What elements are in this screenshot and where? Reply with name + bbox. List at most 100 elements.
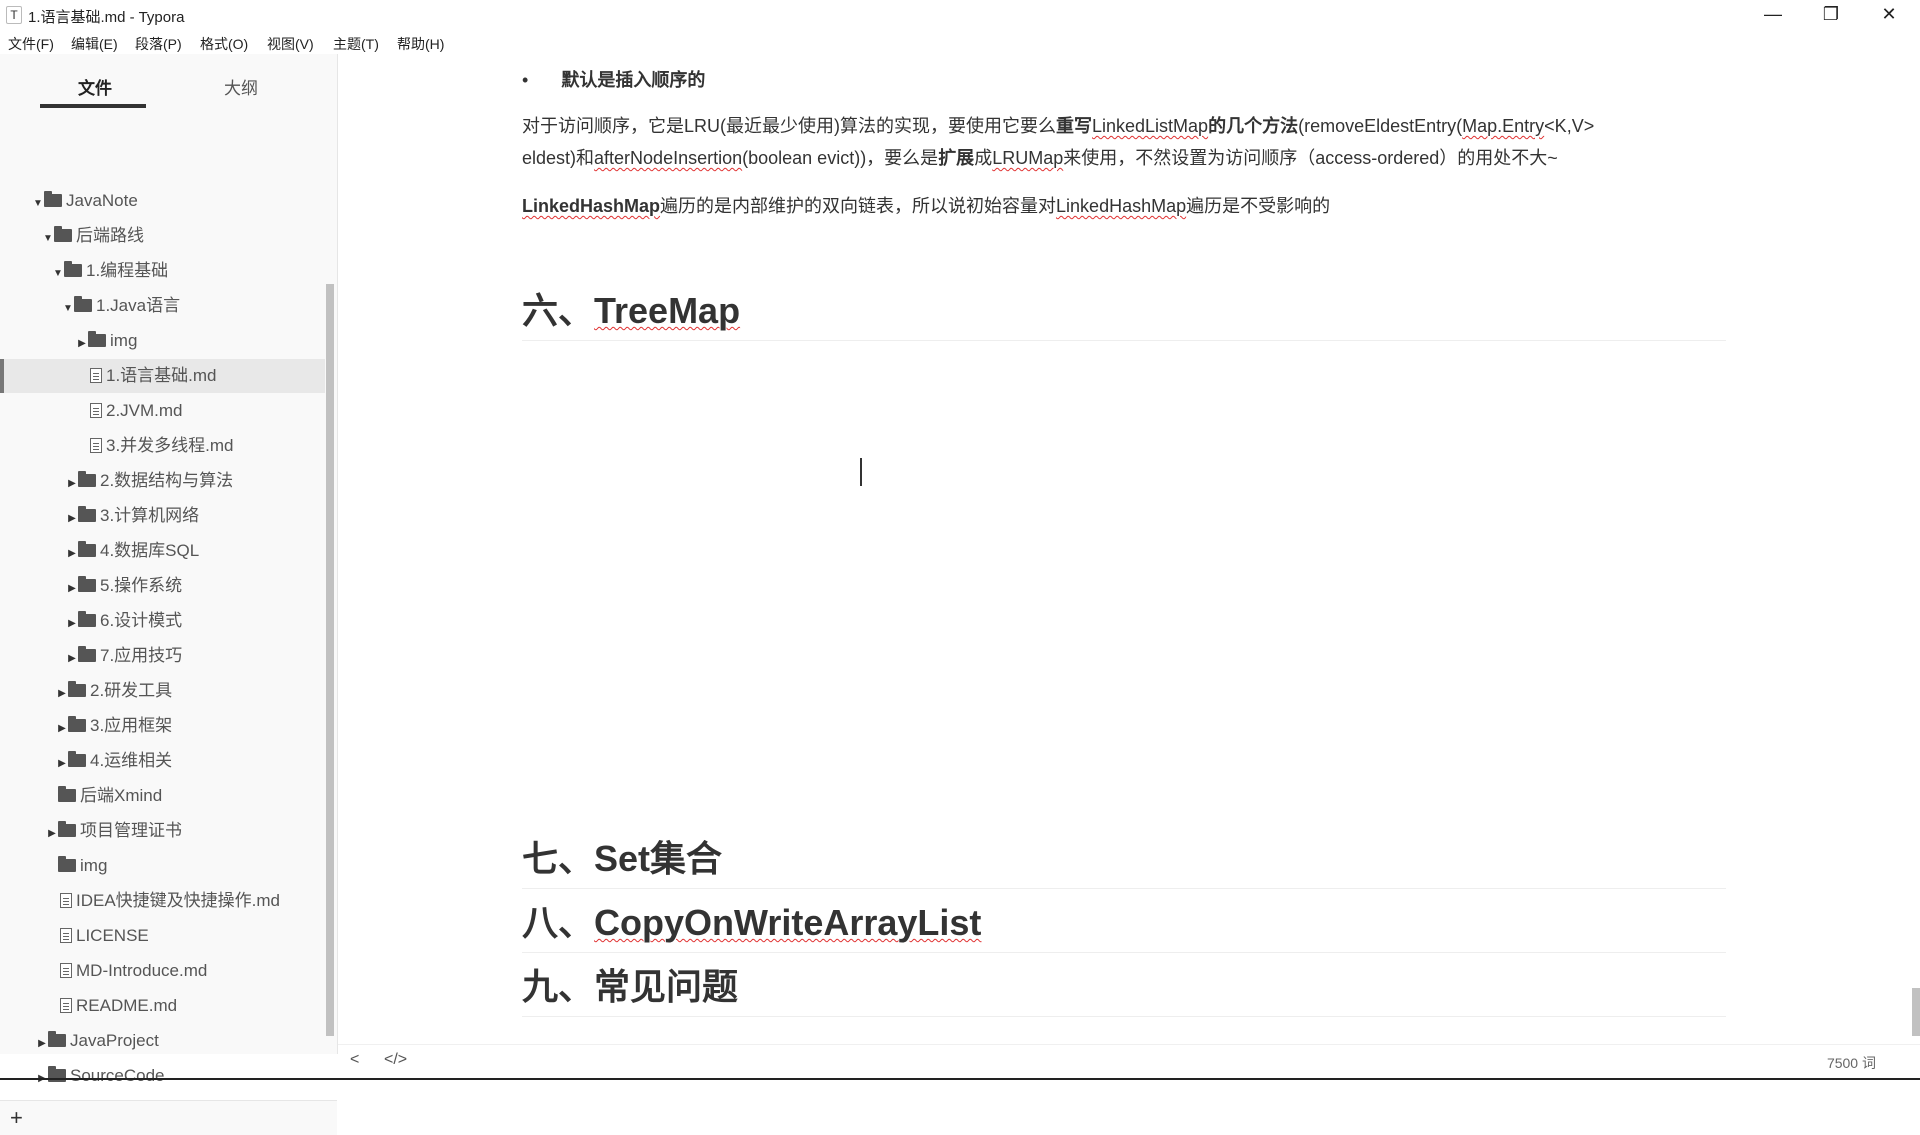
tree-item-label: JavaNote: [66, 191, 138, 210]
restore-button[interactable]: ❐: [1802, 0, 1860, 30]
tree-item-label: img: [80, 856, 108, 875]
bold-text: 扩展: [938, 148, 975, 168]
tree-folder-dev-tools[interactable]: ▶ 2.研发工具: [0, 674, 325, 708]
tree-item-label: 5.操作系统: [100, 576, 183, 595]
tree-item-label: 3.计算机网络: [100, 506, 200, 525]
bold-text: 重写: [1056, 116, 1092, 136]
tree-item-label: 6.设计模式: [100, 611, 183, 630]
tree-folder-ops[interactable]: ▶ 4.运维相关: [0, 744, 325, 778]
tab-files[interactable]: 文件: [40, 74, 150, 99]
tree-folder-img[interactable]: ▶ img: [0, 324, 325, 358]
tree-item-label: img: [110, 331, 138, 350]
spellcheck-word: afterNodeInsertion: [594, 148, 743, 168]
menu-bar: 文件(F) 编辑(E) 段落(P) 格式(O) 视图(V) 主题(T) 帮助(H…: [0, 30, 1920, 54]
tree-folder-programming-basics[interactable]: ▼ 1.编程基础: [0, 254, 325, 288]
sidebar-scrollbar[interactable]: [326, 284, 334, 1036]
tree-file-license[interactable]: LICENSE: [0, 919, 325, 953]
text-run: (boolean evict))，要么是: [742, 148, 939, 168]
text-run: eldest)和: [522, 148, 595, 168]
folder-icon: [78, 541, 96, 557]
text-run: <K,V>: [1544, 116, 1595, 136]
word-count[interactable]: 7500 词: [1827, 1053, 1876, 1073]
tree-folder-frameworks[interactable]: ▶ 3.应用框架: [0, 709, 325, 743]
heading-name: CopyOnWriteArrayList: [594, 902, 982, 943]
sidebar-footer: +: [0, 1100, 337, 1135]
tree-file-language-basics[interactable]: 1.语言基础.md: [0, 359, 325, 393]
tree-folder-pm-cert[interactable]: ▶ 项目管理证书: [0, 814, 325, 848]
tree-folder-backend-route[interactable]: ▼ 后端路线: [0, 219, 325, 253]
close-button[interactable]: ✕: [1860, 0, 1918, 30]
tree-item-label: IDEA快捷键及快捷操作.md: [76, 891, 281, 910]
tree-folder-design-patterns[interactable]: ▶ 6.设计模式: [0, 604, 325, 638]
menu-file[interactable]: 文件(F): [8, 34, 54, 54]
heading-set: 七、Set集合: [522, 830, 1726, 889]
folder-icon: [68, 751, 86, 767]
folder-icon: [74, 296, 92, 312]
tree-folder-img-root[interactable]: img: [0, 849, 325, 883]
editor[interactable]: • 默认是插入顺序的 对于访问顺序，它是LRU(最近最少使用)算法的实现，要使用…: [338, 54, 1920, 1044]
folder-icon: [78, 471, 96, 487]
editor-scrollbar[interactable]: [1912, 988, 1920, 1036]
bold-text: 的几个方法: [1208, 116, 1299, 136]
text-run: (removeEldestEntry(: [1298, 116, 1463, 136]
tree-folder-networking[interactable]: ▶ 3.计算机网络: [0, 499, 325, 533]
tree-item-label: LICENSE: [76, 926, 149, 945]
tree-file-readme[interactable]: README.md: [0, 989, 325, 1023]
spellcheck-word: LinkedHashMap: [522, 196, 661, 216]
tab-outline[interactable]: 大纲: [186, 74, 296, 99]
add-file-button[interactable]: +: [10, 1105, 23, 1131]
bullet-dot: •: [522, 70, 529, 90]
bullet-item: • 默认是插入顺序的: [522, 66, 705, 92]
caret-right-icon: ▶: [68, 548, 76, 559]
text-cursor: [860, 458, 862, 486]
menu-help[interactable]: 帮助(H): [397, 34, 444, 54]
paragraph-access-order: 对于访问顺序，它是LRU(最近最少使用)算法的实现，要使用它要么重写Linked…: [522, 110, 1722, 174]
tree-file-md-introduce[interactable]: MD-Introduce.md: [0, 954, 325, 988]
heading-name: TreeMap: [594, 290, 741, 331]
spellcheck-word: Map.Entry: [1462, 116, 1545, 136]
source-code-mode-button[interactable]: </>: [384, 1051, 407, 1069]
tree-folder-app-skills[interactable]: ▶ 7.应用技巧: [0, 639, 325, 673]
tree-folder-javanote[interactable]: ▼ JavaNote: [0, 184, 325, 218]
spellcheck-word: LinkedListMap: [1092, 116, 1209, 136]
tree-item-label: JavaProject: [70, 1031, 159, 1050]
document-icon: [60, 963, 72, 978]
tree-item-label: 后端Xmind: [80, 786, 163, 805]
tree-folder-backend-xmind[interactable]: 后端Xmind: [0, 779, 325, 813]
tree-file-concurrency[interactable]: 3.并发多线程.md: [0, 429, 325, 463]
file-tree: ▼ JavaNote ▼ 后端路线 ▼ 1.编程基础 ▼ 1.Java语言 ▶ img 1…: [0, 114, 325, 1100]
folder-icon: [68, 716, 86, 732]
folder-icon: [58, 856, 76, 872]
menu-theme[interactable]: 主题(T): [333, 34, 379, 54]
menu-edit[interactable]: 编辑(E): [71, 34, 118, 54]
tree-folder-sourcecode[interactable]: ▶SourceCode: [0, 1059, 325, 1093]
caret-right-icon: ▶: [68, 583, 76, 594]
tree-item-label: 3.并发多线程.md: [106, 436, 234, 455]
tree-folder-database[interactable]: ▶ 4.数据库SQL: [0, 534, 325, 568]
menu-format[interactable]: 格式(O): [200, 34, 248, 54]
title-bar: T 1.语言基础.md - Typora — ❐ ✕: [0, 0, 1920, 30]
text-run: 成: [974, 148, 993, 168]
back-button[interactable]: <: [350, 1051, 359, 1069]
text-run: 遍历的是内部维护的双向链表，所以说初始容量对: [660, 196, 1057, 216]
menu-paragraph[interactable]: 段落(P): [135, 34, 182, 54]
tree-folder-data-structures[interactable]: ▶ 2.数据结构与算法: [0, 464, 325, 498]
tree-item-label: README.md: [76, 996, 178, 1015]
caret-down-icon: ▼: [63, 303, 73, 314]
tree-item-label: 1.编程基础: [86, 261, 169, 280]
tree-file-idea-shortcuts[interactable]: IDEA快捷键及快捷操作.md: [0, 884, 325, 918]
tree-item-label: 7.应用技巧: [100, 646, 183, 665]
minimize-button[interactable]: —: [1744, 0, 1802, 30]
tree-file-jvm[interactable]: 2.JVM.md: [0, 394, 325, 428]
tree-item-label: 2.JVM.md: [106, 401, 183, 420]
caret-right-icon: ▶: [38, 1038, 46, 1049]
menu-view[interactable]: 视图(V): [267, 34, 314, 54]
tree-folder-java-language[interactable]: ▼ 1.Java语言: [0, 289, 325, 323]
tree-item-label: 1.语言基础.md: [106, 366, 217, 385]
tree-folder-javaproject[interactable]: ▶ JavaProject: [0, 1024, 325, 1058]
caret-right-icon: ▶: [58, 758, 66, 769]
tree-folder-os[interactable]: ▶ 5.操作系统: [0, 569, 325, 603]
tree-item-label: 2.数据结构与算法: [100, 471, 234, 490]
text-run: 来使用，不然设置为访问顺序（access-ordered）的用处不大~: [1063, 148, 1558, 168]
typora-app-icon: T: [6, 6, 22, 24]
